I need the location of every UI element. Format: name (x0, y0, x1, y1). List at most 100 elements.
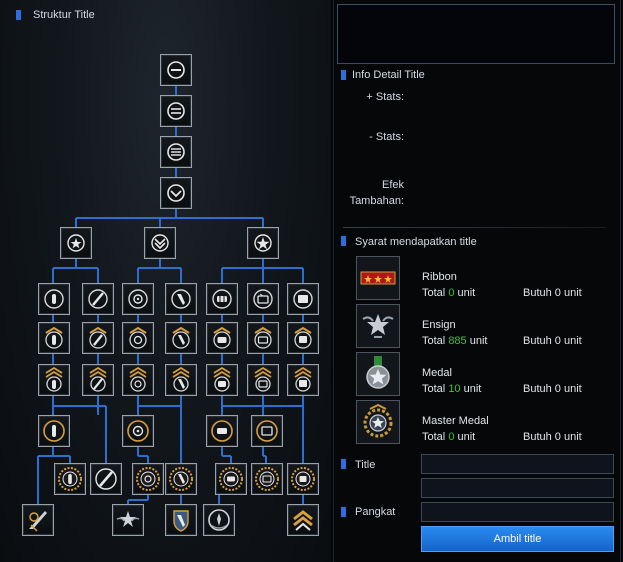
crosshair-gold-icon (127, 420, 149, 442)
circle-double-bar-icon (167, 102, 185, 120)
title-node-laurel-bullet[interactable] (54, 463, 86, 495)
circle-bar-icon (167, 61, 185, 79)
radio-double-chevron-icon (254, 366, 272, 392)
title-node-ammo-4[interactable] (206, 415, 238, 447)
laurel-box-icon (291, 467, 315, 491)
title-node-radio-3[interactable] (247, 364, 279, 396)
title-node-radio-1[interactable] (247, 283, 279, 315)
boot-double-chevron-icon (172, 366, 190, 392)
req-medal-total: Total 10 unit (422, 383, 482, 395)
title-node-ammo-3[interactable] (206, 364, 238, 396)
title-field-2[interactable] (421, 478, 614, 498)
title-node-boot-2[interactable] (165, 322, 197, 354)
box-chevron-icon (294, 326, 312, 349)
title-node-class-2[interactable] (144, 227, 176, 259)
rank-input[interactable] (422, 503, 613, 521)
title-node-bullet-2[interactable] (38, 322, 70, 354)
title-node-target-2[interactable] (122, 322, 154, 354)
title-node-final-crest[interactable] (203, 504, 235, 536)
radio-icon (253, 289, 273, 309)
title-node-laurel-slash[interactable] (90, 463, 122, 495)
title-structure-panel: Struktur Title (0, 0, 331, 562)
title-node-ammo-1[interactable] (206, 283, 238, 315)
rank-field[interactable] (421, 502, 614, 522)
gold-chevron-emblem-icon (293, 510, 313, 531)
crest-emblem-icon (208, 509, 230, 531)
title-node-slash-2[interactable] (82, 322, 114, 354)
title-node-box-2[interactable] (287, 322, 319, 354)
title-node-class-3[interactable] (247, 227, 279, 259)
title-field-1[interactable] (421, 454, 614, 474)
section-marker (341, 507, 346, 517)
ammo-gold-icon (211, 420, 233, 442)
title-preview-box (337, 4, 615, 64)
bullet-icon (44, 289, 64, 309)
take-title-button[interactable]: Ambil title (421, 526, 614, 552)
title-node-boot-1[interactable] (165, 283, 197, 315)
bullet-chevron-icon (45, 326, 63, 349)
title-node-laurel-target[interactable] (132, 463, 164, 495)
title-node-radio-4[interactable] (251, 415, 283, 447)
crosshair-icon (128, 289, 148, 309)
divider (343, 227, 605, 228)
title-node-slash-3[interactable] (82, 364, 114, 396)
laurel-ammo-icon (219, 467, 243, 491)
req-master-medal-name: Master Medal (422, 415, 489, 427)
title-node-bullet-1[interactable] (38, 283, 70, 315)
req-ensign-need: Butuh 0 unit (523, 335, 582, 347)
laurel-bullet-icon (58, 467, 82, 491)
req-ensign-name: Ensign (422, 319, 456, 331)
rank-field-label: Pangkat (355, 506, 396, 518)
req-ensign-total: Total 885 unit (422, 335, 488, 347)
title-node-rank-3[interactable] (160, 136, 192, 168)
req-medal-need: Butuh 0 unit (523, 383, 582, 395)
slash-icon (88, 289, 108, 309)
boot-chevron-icon (172, 326, 190, 349)
title-node-class-1[interactable] (60, 227, 92, 259)
title-node-bullet-3[interactable] (38, 364, 70, 396)
ammo-icon (212, 289, 232, 309)
title-node-slash-1[interactable] (82, 283, 114, 315)
title-node-target-3[interactable] (122, 364, 154, 396)
title-node-final-chevron[interactable] (287, 504, 319, 536)
laurel-boot-icon (169, 467, 193, 491)
title-node-box-1[interactable] (287, 283, 319, 315)
crosshair-chevron-icon (129, 326, 147, 349)
crosshair-double-chevron-icon (129, 366, 147, 392)
title-field-label: Title (355, 459, 376, 471)
title-input-2[interactable] (422, 479, 613, 497)
title-node-target-1[interactable] (122, 283, 154, 315)
title-node-boot-3[interactable] (165, 364, 197, 396)
title-node-laurel-ammo[interactable] (215, 463, 247, 495)
title-node-final-shield[interactable] (165, 504, 197, 536)
title-input-1[interactable] (422, 455, 613, 473)
title-node-laurel-boot[interactable] (165, 463, 197, 495)
boot-icon (171, 289, 191, 309)
ammo-double-chevron-icon (213, 366, 231, 392)
req-master-medal-need: Butuh 0 unit (523, 431, 582, 443)
title-node-bullet-4[interactable] (38, 415, 70, 447)
section-marker (341, 70, 346, 80)
ammo-chevron-icon (213, 326, 231, 349)
ensign-icon (356, 304, 400, 348)
title-node-laurel-radio[interactable] (251, 463, 283, 495)
shield-emblem-icon (173, 510, 189, 532)
title-node-final-rifle[interactable] (22, 504, 54, 536)
minus-stats-label: - Stats: (369, 131, 404, 143)
req-master-medal-total: Total 0 unit (422, 431, 476, 443)
title-node-radio-2[interactable] (247, 322, 279, 354)
title-node-box-3[interactable] (287, 364, 319, 396)
master-medal-icon (356, 400, 400, 444)
title-node-rank-4[interactable] (160, 177, 192, 209)
title-node-laurel-box[interactable] (287, 463, 319, 495)
title-node-target-4[interactable] (122, 415, 154, 447)
circle-chevron-icon (167, 184, 185, 202)
req-ribbon-name: Ribbon (422, 271, 457, 283)
title-node-ammo-2[interactable] (206, 322, 238, 354)
star-emblem-icon (67, 234, 85, 252)
slash-icon (95, 468, 117, 490)
title-node-final-wings[interactable] (112, 504, 144, 536)
title-node-rank-1[interactable] (160, 54, 192, 86)
box-double-chevron-icon (294, 366, 312, 392)
title-node-rank-2[interactable] (160, 95, 192, 127)
